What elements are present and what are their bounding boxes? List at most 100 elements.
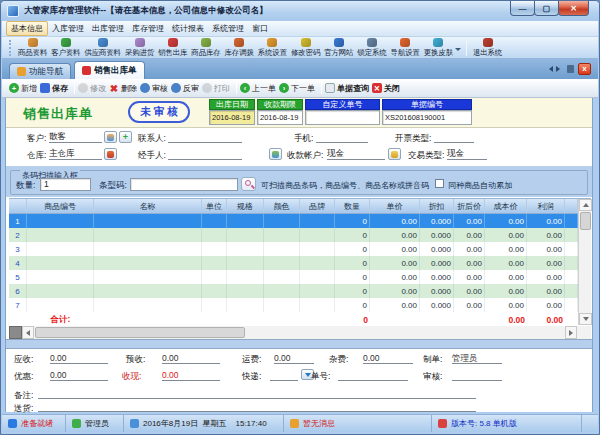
footer-field-input[interactable]: 0.00 xyxy=(363,353,413,364)
toolbar-button-purchase[interactable]: 采购进货 xyxy=(123,38,156,58)
customer-picker-button[interactable] xyxy=(104,131,117,143)
scroll-down-icon[interactable] xyxy=(579,313,592,325)
header-col-value-1[interactable]: 2016-08-19 xyxy=(257,110,303,125)
doc-toolbar-edit[interactable]: 修改 xyxy=(78,83,106,94)
toolbar-button-transfer[interactable]: 库存调拨 xyxy=(223,38,256,58)
grid-col-成本价[interactable]: 成本价 xyxy=(485,199,527,213)
note-input[interactable] xyxy=(38,388,476,399)
toolbar-button-customers[interactable]: 客户资料 xyxy=(49,38,82,58)
toolbar-button-password[interactable]: 修改密码 xyxy=(289,38,322,58)
tab-nav[interactable]: 功能导航 xyxy=(9,63,71,79)
toolbar-button-products[interactable]: 商品资料 xyxy=(16,38,49,58)
grid-col-颜色[interactable]: 颜色 xyxy=(264,199,300,213)
toolbar-button-website[interactable]: 官方网站 xyxy=(322,38,355,58)
chevron-down-icon[interactable] xyxy=(455,48,461,54)
grid-col-blank[interactable] xyxy=(9,199,27,213)
grid-col-blank[interactable] xyxy=(565,199,578,213)
toolbar-button-exit[interactable]: 退出系统 xyxy=(471,38,504,58)
header-col-value-0[interactable]: 2016-08-19 xyxy=(209,110,255,125)
customer-input[interactable]: 散客 xyxy=(49,131,102,143)
doc-toolbar-next[interactable]: ›下一单 xyxy=(279,83,315,94)
doc-toolbar-audit[interactable]: 审核 xyxy=(140,83,168,94)
grid-col-单位[interactable]: 单位 xyxy=(202,199,227,213)
barcode-input[interactable] xyxy=(130,178,238,191)
maximize-button[interactable]: ▢ xyxy=(534,1,559,16)
grid-row[interactable]: 100.000.0000.000.000.00 xyxy=(9,214,578,228)
tab-close-button[interactable]: x xyxy=(578,63,591,75)
menu-item-5[interactable]: 系统管理 xyxy=(208,21,248,36)
footer-field-input[interactable] xyxy=(270,370,298,381)
doc-toolbar-delete[interactable]: ✖删除 xyxy=(109,83,137,94)
toolbar-button-lock[interactable]: 锁定系统 xyxy=(355,38,388,58)
account-input[interactable]: 现金 xyxy=(327,148,385,160)
doc-toolbar-print[interactable]: 打印 xyxy=(202,83,230,94)
grid-vertical-scrollbar[interactable] xyxy=(578,199,591,325)
horizontal-scroll-thumb[interactable] xyxy=(35,327,245,338)
delivery-input[interactable] xyxy=(38,401,476,412)
grid-col-品牌[interactable]: 品牌 xyxy=(300,199,335,213)
scroll-up-icon[interactable] xyxy=(579,199,592,211)
phone-input[interactable] xyxy=(316,131,368,143)
doc-toolbar-unaudit[interactable]: 反审 xyxy=(171,83,199,94)
grid-row[interactable]: 300.000.0000.000.000.00 xyxy=(9,242,578,256)
menu-item-2[interactable]: 出库管理 xyxy=(88,21,128,36)
close-button[interactable]: ✕ xyxy=(558,1,589,16)
footer-field-input[interactable]: 0.00 xyxy=(50,353,108,364)
header-col-value-2[interactable] xyxy=(305,110,380,125)
doc-toolbar-close-doc[interactable]: ✕关闭 xyxy=(372,83,400,94)
handler-input[interactable] xyxy=(168,148,242,160)
qty-input[interactable]: 1 xyxy=(40,178,91,191)
barcode-search-button[interactable] xyxy=(241,177,256,191)
toolbar-button-stock[interactable]: 商品库存 xyxy=(189,38,222,58)
grid-row[interactable]: 600.000.0000.000.000.00 xyxy=(9,284,578,298)
toolbar-button-settings[interactable]: 系统设置 xyxy=(256,38,289,58)
scroll-right-icon[interactable] xyxy=(565,326,577,339)
minimize-button[interactable]: — xyxy=(510,1,535,16)
tab-sales[interactable]: 销售出库单 xyxy=(74,61,145,79)
invoice-type-input[interactable] xyxy=(434,131,474,143)
doc-toolbar-add[interactable]: +新增 xyxy=(9,83,37,94)
account-picker-button[interactable] xyxy=(388,148,401,160)
doc-toolbar-query[interactable]: 单据查询 xyxy=(325,83,369,94)
footer-field-input[interactable] xyxy=(452,370,502,381)
trade-type-input[interactable]: 现金 xyxy=(447,148,487,160)
menu-item-4[interactable]: 统计报表 xyxy=(168,21,208,36)
menu-item-0[interactable]: 基本信息 xyxy=(6,21,48,36)
grid-row[interactable]: 200.000.0000.000.000.00 xyxy=(9,228,578,242)
footer-field-input[interactable]: 0.00 xyxy=(50,370,108,381)
vertical-scroll-thumb[interactable] xyxy=(580,212,591,230)
grid-horizontal-scrollbar[interactable] xyxy=(9,326,591,340)
warehouse-input[interactable]: 主仓库 xyxy=(49,148,102,160)
menu-item-6[interactable]: 窗口 xyxy=(248,21,272,36)
footer-field-input[interactable]: 0.00 xyxy=(274,353,314,364)
grid-col-单价[interactable]: 单价 xyxy=(370,199,420,213)
auto-accumulate-checkbox[interactable] xyxy=(435,179,444,188)
doc-toolbar-prev[interactable]: ‹上一单 xyxy=(240,83,276,94)
toolbar-button-sales[interactable]: 销售出库 xyxy=(156,38,189,58)
toolbar-button-suppliers[interactable]: 供应商资料 xyxy=(82,38,123,58)
grid-col-名称[interactable]: 名称 xyxy=(94,199,202,213)
tab-scroll-left-icon[interactable] xyxy=(546,66,553,72)
scroll-left-icon[interactable] xyxy=(22,326,34,339)
tab-list-icon[interactable] xyxy=(567,65,574,73)
menu-item-1[interactable]: 入库管理 xyxy=(48,21,88,36)
toolbar-button-nav-settings[interactable]: 导航设置 xyxy=(389,38,422,58)
grid-col-利润[interactable]: 利润 xyxy=(527,199,565,213)
grid-row[interactable]: 700.000.0000.000.000.00 xyxy=(9,298,578,312)
footer-field-input[interactable]: 0.00 xyxy=(162,353,220,364)
menu-item-3[interactable]: 库存管理 xyxy=(128,21,168,36)
handler-picker-button[interactable] xyxy=(269,148,282,160)
footer-field-input[interactable] xyxy=(338,370,408,381)
add-customer-button[interactable]: + xyxy=(119,131,132,143)
toolbar-button-skin[interactable]: 更换皮肤 xyxy=(422,38,455,58)
grid-col-规格[interactable]: 规格 xyxy=(227,199,264,213)
tab-scroll-right-icon[interactable] xyxy=(556,66,563,72)
warehouse-picker-button[interactable] xyxy=(104,148,117,160)
grid-col-数量[interactable]: 数量 xyxy=(335,199,370,213)
footer-field-input[interactable]: 0.00 xyxy=(162,370,220,381)
grid-col-折扣[interactable]: 折扣 xyxy=(420,199,454,213)
contact-input[interactable] xyxy=(168,131,242,143)
header-col-value-3[interactable]: XS201608190001 xyxy=(382,110,472,125)
grid-row[interactable]: 500.000.0000.000.000.00 xyxy=(9,270,578,284)
grid-col-商品编号[interactable]: 商品编号 xyxy=(27,199,94,213)
